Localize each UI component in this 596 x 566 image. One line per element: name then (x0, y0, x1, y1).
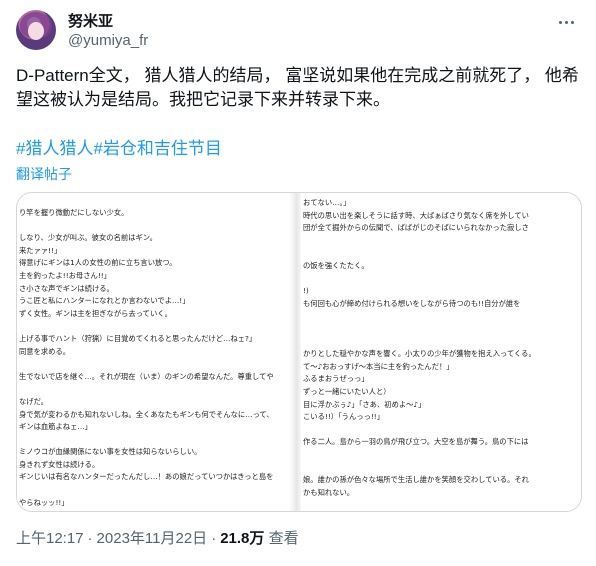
hashtag-link[interactable]: #岩仓和吉住节目 (93, 139, 221, 158)
page-text-line (19, 484, 274, 497)
page-text-line: やらねッッ!!」 (19, 497, 69, 507)
separator-dot: · (211, 530, 217, 547)
page-text: おてない…。」時代の思い出を楽しそうに話す時、大ばぁばさり気なく席を外してい 団が… (303, 197, 536, 511)
views-label: 查看 (268, 530, 299, 547)
page-text-line: て〜♪おおっすげ〜本当に主を釣ったんだ！」 (303, 361, 454, 371)
page-text-line: 来たァァ!!」 (19, 245, 62, 255)
translate-post-link[interactable]: 翻译帖子 (16, 164, 72, 184)
page-text-line: も何回も心が締め付けられる想いをしながら待つのも!!自分が誰を (303, 298, 521, 308)
display-name[interactable]: 努米亚 (68, 12, 148, 31)
page-text-line: ミノウコが血縁関係にない事を女性は知らないらしい。 (19, 447, 202, 457)
page-text-line: り竿を握り微動だにしない少女。 (19, 208, 129, 217)
tweet-text: D-Pattern全文， 猎人猎人的结局， 富坚说如果他在完成之前就死了， 他希… (16, 64, 582, 112)
page-text-line: 時代の思い出を楽しそうに話す時、大ばぁばさり気なく席を外してい (303, 210, 529, 220)
page-text-line: ずく女性。ギンは主を担ぎながら去っていく。 (19, 308, 172, 318)
book-page-left: り竿を握り微動だにしない少女。しなり、少女が叫ぶ。彼女の名前はギン。 来たァァ!!… (17, 193, 291, 511)
page-text-line (19, 434, 274, 447)
page-text-line (303, 310, 536, 323)
post-time[interactable]: 上午12:17 (16, 530, 84, 547)
page-text-line (303, 336, 536, 349)
page-text-line (303, 235, 536, 248)
page-text-line: さ小さな声でギンは続ける。 (19, 283, 114, 293)
page-text-line: こいる!!）「うんっっ!!」 (303, 412, 385, 422)
page-text-line (303, 461, 536, 474)
page-text-line: ずっと一緒にいたい人と） (303, 386, 391, 396)
page-text-line: うこ匠と私にハンターになれとか言わないでよ…!」 (19, 296, 190, 306)
page-text-line (19, 220, 274, 233)
page-text-line (303, 499, 536, 511)
user-names: 努米亚 @yumiya_fr (68, 12, 148, 51)
page-text-line: 作る二人。島から一羽の鳥が飛び立つ。大空を島が舞う。鳥の下には (303, 437, 529, 447)
page-text-line (303, 323, 536, 336)
page-text-line: 生でないで店を継ぐ…。それが現在（いま）のギンの希望なんだ。尊重してや (19, 371, 274, 381)
page-text: り竿を握り微動だにしない少女。しなり、少女が叫ぶ。彼女の名前はギン。 来たァァ!!… (19, 207, 274, 511)
media-image[interactable]: り竿を握り微動だにしない少女。しなり、少女が叫ぶ。彼女の名前はギン。 来たァァ!!… (16, 192, 582, 512)
page-text-line: 身きれず女性は続ける。 (19, 459, 100, 469)
book-page-right: おてない…。」時代の思い出を楽しそうに話す時、大ばぁばさり気なく席を外してい 団が… (301, 193, 581, 511)
page-text-line: 団が全て掘外からの伝聞で、ばばがじのそばにいられなかった寂しさ (303, 223, 529, 233)
page-text-line (19, 320, 274, 333)
page-text-line: ふるまおうぜっっ」 (303, 374, 369, 384)
page-text-line: 娘。誰かの孫が色々な場所で生活し誰かを笑顔を交わしている。それ (303, 475, 529, 485)
page-text-line: 得意げにギンは1人の女性の前に立ち言い放つ。 (19, 258, 177, 268)
page-text-line: 主を釣ったよ!!お母さん!!」 (19, 270, 111, 280)
page-text-line: なげだ。 (19, 396, 48, 406)
page-text-line (303, 449, 536, 462)
page-text-line: ギンは血筋よねェ…」 (19, 422, 92, 432)
tweet-meta: 上午12:17 · 2023年11月22日 · 21.8万 查看 (16, 530, 299, 548)
page-text-line: かりとした穏やかな声を響く。小太りの少年が獲物を抱え入ってくる。 (303, 349, 536, 359)
page-text-line: !) (303, 286, 309, 296)
post-date[interactable]: 2023年11月22日 (97, 530, 208, 547)
page-text-line: ギンじいは有名なハンターだったんだし…！あの娘だっていつかはきっと島を (19, 472, 274, 482)
separator-dot: · (87, 530, 93, 547)
page-text-line (19, 509, 274, 511)
views-count: 21.8万 (220, 530, 265, 547)
tweet-header: 努米亚 @yumiya_fr (16, 10, 580, 56)
page-text-line (303, 247, 536, 260)
page-text-line: 目に浮かぶぅ♪」「さあ、初めよ〜♪」 (303, 399, 426, 409)
avatar-face (28, 22, 44, 40)
user-handle[interactable]: @yumiya_fr (68, 31, 148, 51)
page-text-line: おてない…。」 (303, 198, 351, 207)
tweet-text-line: D-Pattern全文， 猎人猎人的结局， 富坚说如果他在完成之前就死了， 他希 (16, 66, 579, 85)
page-text-line (19, 383, 274, 396)
page-text-line: 同意を求める。 (19, 346, 71, 356)
page-text-line: かも知れない。 (303, 487, 355, 497)
hashtag-link[interactable]: #猎人猎人 (16, 139, 93, 158)
page-text-line: しなり、少女が叫ぶ。彼女の名前はギン。 (19, 233, 157, 243)
tweet-text-line: 望这被认为是结局。我把它记录下来并转录下来。 (16, 90, 390, 109)
page-text-line: 身で気が変わるかも知れないしね。全くあなたもギンも何でそんなに…って、 (19, 409, 274, 419)
page-text-line: の饭を強くたたく。 (303, 260, 369, 270)
avatar[interactable] (16, 10, 56, 50)
more-options-icon[interactable] (554, 14, 578, 30)
page-text-line (19, 358, 274, 371)
hashtags: #猎人猎人#岩仓和吉住节目 (16, 138, 222, 160)
page-text-line (303, 424, 536, 437)
page-text-line (303, 273, 536, 286)
page-text-line: 上げる事でハント（狩猟）に目覚めてくれると思ったんだけど…ねェ?」 (19, 333, 257, 343)
